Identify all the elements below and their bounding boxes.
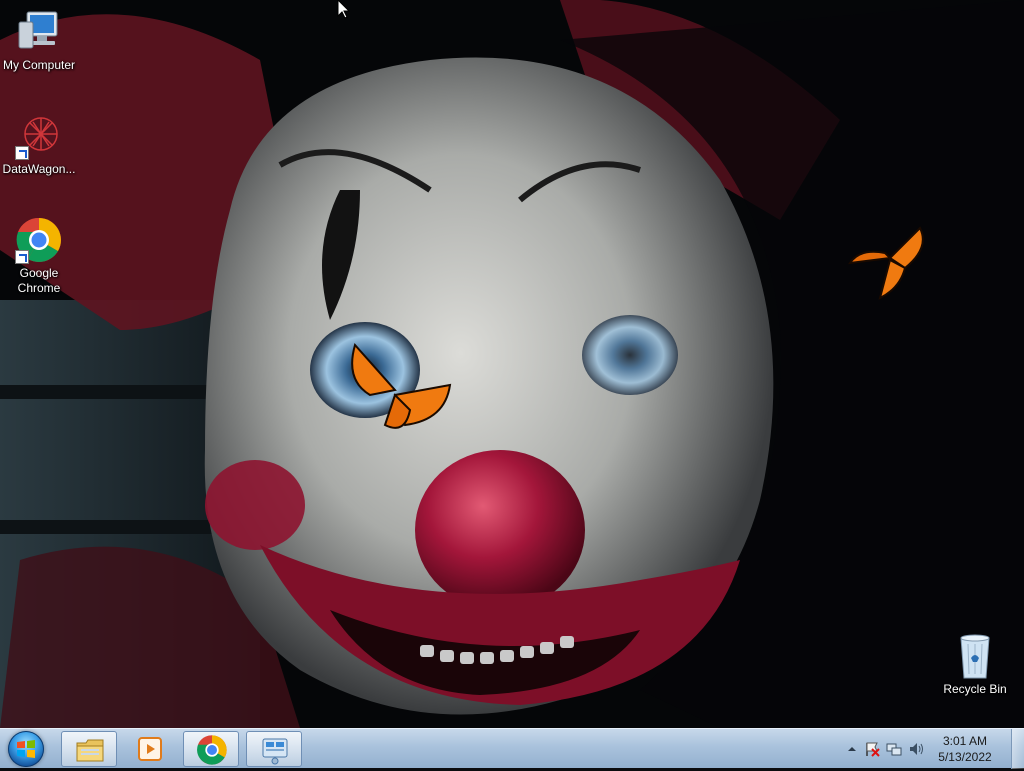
control-panel-icon [259, 734, 291, 766]
media-player-icon [134, 733, 166, 765]
computer-icon [15, 8, 63, 56]
shortcut-arrow-icon [15, 250, 29, 264]
show-desktop-button[interactable] [1011, 729, 1024, 769]
network-icon[interactable] [886, 741, 902, 757]
desktop-icon-google-chrome[interactable]: Google Chrome [1, 216, 77, 296]
clock-date: 5/13/2022 [938, 750, 992, 764]
taskbar-file-explorer-button[interactable] [61, 731, 117, 767]
chrome-icon [15, 216, 63, 264]
desktop-wallpaper [0, 0, 1024, 728]
taskbar-chrome-button[interactable] [183, 731, 239, 767]
taskbar-clock[interactable]: 3:01 AM 5/13/2022 [930, 733, 1000, 765]
desktop-icon-label: My Computer [2, 58, 76, 72]
desktop-icon-label: Google Chrome [17, 266, 61, 295]
clock-time: 3:01 AM [942, 734, 988, 748]
desktop-icon-label: DataWagon... [2, 162, 76, 176]
taskbar-media-player-button[interactable] [122, 731, 178, 767]
volume-icon[interactable] [908, 741, 924, 757]
chrome-icon [196, 734, 228, 766]
desktop-icon-datawagon[interactable]: DataWagon... [1, 112, 77, 177]
system-tray: 3:01 AM 5/13/2022 [834, 729, 1024, 769]
datawagon-icon [15, 112, 63, 160]
shortcut-arrow-icon [15, 146, 29, 160]
taskbar-control-panel-button[interactable] [246, 731, 302, 767]
windows-logo-icon [17, 740, 35, 758]
start-button[interactable] [8, 731, 44, 767]
file-explorer-icon [74, 734, 106, 766]
taskbar: 3:01 AM 5/13/2022 [0, 728, 1024, 769]
desktop-icon-recycle-bin[interactable]: Recycle Bin [937, 632, 1013, 697]
desktop-icon-label: Recycle Bin [943, 682, 1007, 696]
action-center-flag-icon[interactable] [864, 741, 880, 757]
recycle-bin-icon [951, 632, 999, 680]
show-hidden-icons-chevron-icon[interactable] [844, 741, 860, 757]
desktop-icon-my-computer[interactable]: My Computer [1, 8, 77, 73]
